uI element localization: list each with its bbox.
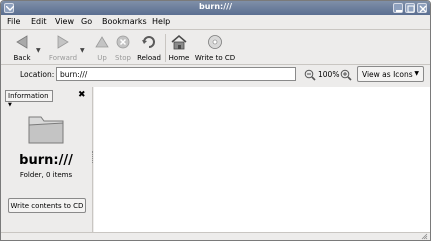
cd-icon xyxy=(208,35,222,49)
forward-arrow-icon xyxy=(57,35,69,49)
side-pane-close-icon[interactable]: ✖ xyxy=(78,90,86,100)
menu-go[interactable]: Go xyxy=(81,17,92,26)
back-label: Back xyxy=(13,54,31,62)
reload-icon xyxy=(142,36,155,48)
zoom-out-icon[interactable] xyxy=(304,69,316,81)
status-bar xyxy=(1,232,430,240)
menu-bookmarks[interactable]: Bookmarks xyxy=(102,17,147,26)
zoom-in-icon[interactable] xyxy=(340,69,352,81)
up-button[interactable]: Up xyxy=(93,33,111,63)
file-manager-window: burn:/// File Edit View Go Bookmarks Hel… xyxy=(0,0,431,241)
side-pane-selector[interactable]: Information ▼ xyxy=(5,90,53,108)
close-icon xyxy=(419,5,427,13)
toolbar: Back ▼ Forward ▼ Up Stop Reload Home Wri… xyxy=(1,29,430,65)
stop-button[interactable]: Stop xyxy=(113,33,133,63)
write-contents-to-cd-button[interactable]: Write contents to CD xyxy=(8,198,86,213)
menu-edit[interactable]: Edit xyxy=(31,17,47,26)
home-label: Home xyxy=(168,54,190,62)
location-name: burn:/// xyxy=(19,153,73,168)
view-as-label: View as Icons xyxy=(362,70,413,79)
folder-icon xyxy=(28,116,64,144)
menu-help[interactable]: Help xyxy=(152,17,170,26)
write-to-cd-button[interactable]: Write to CD xyxy=(193,33,237,63)
location-bar: Location: 100% View as Icons ▼ xyxy=(1,65,430,85)
stop-icon xyxy=(116,35,130,49)
side-pane-selector-label: Information xyxy=(8,92,49,100)
back-history-arrow[interactable]: ▼ xyxy=(36,47,41,54)
resize-grip-icon[interactable] xyxy=(421,233,428,240)
write-to-cd-label: Write to CD xyxy=(194,54,236,62)
maximize-icon xyxy=(407,5,415,13)
maximize-button[interactable] xyxy=(405,3,415,13)
location-info: Folder, 0 items xyxy=(19,171,73,179)
up-arrow-icon xyxy=(95,36,109,48)
location-label: Location: xyxy=(20,70,55,79)
back-arrow-icon xyxy=(16,35,28,49)
forward-label: Forward xyxy=(48,54,78,62)
file-view-area[interactable] xyxy=(94,87,430,232)
chevron-down-icon: ▼ xyxy=(8,102,12,108)
home-icon xyxy=(171,35,187,50)
forward-history-arrow[interactable]: ▼ xyxy=(80,47,85,54)
minimize-button[interactable] xyxy=(393,3,403,13)
close-button[interactable] xyxy=(417,3,427,13)
forward-button[interactable]: Forward xyxy=(47,33,79,63)
home-button[interactable]: Home xyxy=(167,33,191,63)
menu-bar: File Edit View Go Bookmarks Help xyxy=(1,15,430,28)
zoom-level-button[interactable]: 100% xyxy=(318,70,339,79)
title-bar[interactable]: burn:/// xyxy=(1,1,430,15)
chevron-down-icon: ▼ xyxy=(414,70,419,77)
minimize-icon xyxy=(396,10,402,12)
up-label: Up xyxy=(97,54,107,62)
menu-file[interactable]: File xyxy=(7,17,20,26)
back-button[interactable]: Back xyxy=(9,33,35,63)
stop-label: Stop xyxy=(115,54,131,62)
location-input[interactable] xyxy=(56,67,296,81)
menu-view[interactable]: View xyxy=(55,17,74,26)
toolbar-separator xyxy=(165,34,166,62)
side-pane: Information ▼ ✖ burn:/// Folder, 0 items… xyxy=(1,87,93,232)
window-title: burn:/// xyxy=(198,2,233,11)
view-as-select[interactable]: View as Icons ▼ xyxy=(357,66,424,82)
reload-label: Reload xyxy=(137,54,161,62)
reload-button[interactable]: Reload xyxy=(135,33,163,63)
